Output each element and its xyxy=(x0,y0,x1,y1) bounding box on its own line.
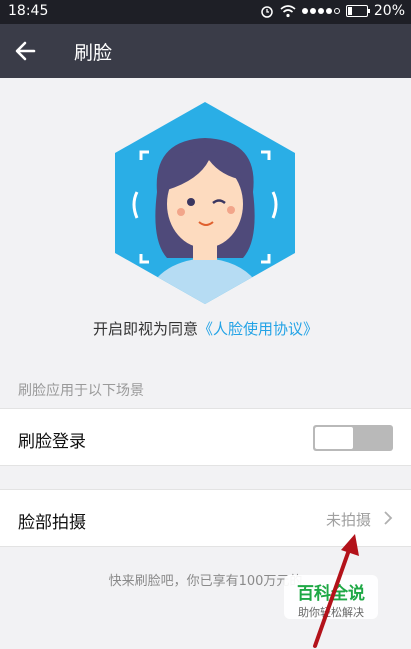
back-arrow-icon[interactable] xyxy=(12,37,40,65)
face-capture-label: 脸部拍摄 xyxy=(18,513,86,533)
battery-percent: 20% xyxy=(373,3,405,19)
consent-prefix: 开启即视为同意 xyxy=(92,320,198,338)
signal-icon xyxy=(301,8,340,14)
status-time: 18:45 xyxy=(8,3,49,19)
chevron-right-icon xyxy=(384,511,393,525)
page-title: 刷脸 xyxy=(74,42,113,64)
nav-bar: 刷脸 xyxy=(0,24,411,78)
agreement-link[interactable]: 《人脸使用协议》 xyxy=(198,320,318,338)
wifi-icon xyxy=(280,5,296,18)
face-login-toggle[interactable] xyxy=(313,425,393,451)
face-login-label: 刷脸登录 xyxy=(18,432,86,452)
annotation-arrow xyxy=(313,534,359,648)
battery-icon xyxy=(345,5,370,17)
alarm-icon xyxy=(261,6,273,18)
left-eye xyxy=(187,198,195,206)
section-header: 刷脸应用于以下场景 xyxy=(18,383,144,399)
face-capture-status: 未拍摄 xyxy=(325,511,371,529)
status-bar: 18:45 20% xyxy=(0,0,411,24)
status-icons: 20% xyxy=(260,3,405,19)
toggle-knob xyxy=(315,427,353,449)
face-login-row: 刷脸登录 xyxy=(0,408,411,466)
consent-text: 开启即视为同意《人脸使用协议》 xyxy=(0,318,411,339)
face-illustration xyxy=(115,102,295,304)
